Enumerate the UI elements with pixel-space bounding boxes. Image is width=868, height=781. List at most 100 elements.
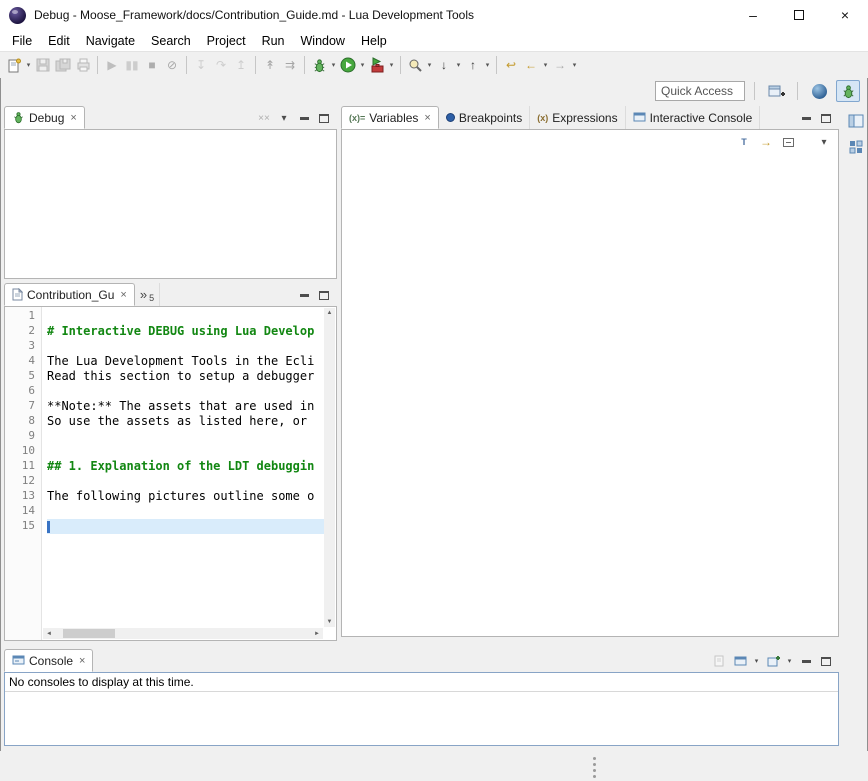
search-button[interactable] [405,54,425,76]
editor-content[interactable]: 1 2 3 4 5 6 7 8 9 10 11 12 13 14 15 # In… [4,306,337,641]
minimize-window-button[interactable]: – [730,0,776,30]
close-console-tab-icon[interactable]: × [79,655,85,667]
debug-perspective-button[interactable] [836,80,860,102]
back-button[interactable]: ← [521,54,541,76]
code-line[interactable]: ## 1. Explanation of the LDT debuggin [47,459,324,474]
menu-window[interactable]: Window [293,32,353,50]
restore-minimized-view-button[interactable] [846,112,866,130]
external-tools-dropdown[interactable]: ▾ [387,54,396,76]
editor-horizontal-scrollbar[interactable]: ◄ ► [43,628,323,639]
code-line[interactable] [47,474,324,489]
debug-launch-dropdown[interactable]: ▾ [329,54,338,76]
tab-variables[interactable]: (x)= Variables × [341,106,439,129]
scroll-left-icon[interactable]: ◄ [43,631,55,637]
show-type-names-button[interactable]: T [736,134,752,150]
menu-file[interactable]: File [4,32,40,50]
minimize-editor-button[interactable] [296,287,312,303]
previous-annotation-button[interactable]: ↑ [463,54,483,76]
open-perspective-button[interactable] [764,80,788,102]
line-number[interactable]: 15 [5,519,41,534]
step-return-button[interactable]: ↥ [231,54,251,76]
code-line[interactable] [47,339,324,354]
previous-annotation-dropdown[interactable]: ▾ [483,54,492,76]
drop-to-frame-button[interactable]: ↟ [260,54,280,76]
display-selected-console-dropdown[interactable]: ▾ [752,653,761,669]
editor-tab-overflow-button[interactable]: » 5 [135,283,160,306]
minimized-outline-view-button[interactable] [846,138,866,156]
line-number[interactable]: 10 [5,444,41,459]
disconnect-button[interactable]: ⊘ [162,54,182,76]
step-into-button[interactable]: ↧ [191,54,211,76]
minimize-variables-button[interactable] [798,110,814,126]
line-number[interactable]: 3 [5,339,41,354]
code-line[interactable] [47,429,324,444]
back-dropdown[interactable]: ▾ [541,54,550,76]
line-number[interactable]: 7 [5,399,41,414]
line-number[interactable]: 12 [5,474,41,489]
resume-button[interactable]: ▶ [102,54,122,76]
open-console-button[interactable] [765,653,781,669]
trim-drag-handle[interactable] [593,757,596,778]
menu-run[interactable]: Run [254,32,293,50]
code-line[interactable]: The Lua Development Tools in the Ecli [47,354,324,369]
code-line[interactable] [47,384,324,399]
run-launch-dropdown[interactable]: ▾ [358,54,367,76]
open-console-dropdown[interactable]: ▾ [785,653,794,669]
editor-vertical-scrollbar[interactable]: ▲ ▼ [324,308,335,627]
minimize-debug-view-button[interactable] [296,110,312,126]
code-line[interactable] [47,504,324,519]
line-number[interactable]: 5 [5,369,41,384]
code-line[interactable]: Read this section to setup a debugger [47,369,324,384]
line-number[interactable]: 9 [5,429,41,444]
code-line-current[interactable] [47,519,330,534]
collapse-all-button[interactable] [780,134,796,150]
close-variables-tab-icon[interactable]: × [424,112,430,124]
menu-help[interactable]: Help [353,32,395,50]
tab-debug[interactable]: Debug × [4,106,85,129]
code-line[interactable]: So use the assets as listed here, or [47,414,324,429]
save-button[interactable] [33,54,53,76]
debug-view-menu-button[interactable]: ▾ [276,110,292,126]
run-launch-button[interactable] [338,54,358,76]
new-wizard-button[interactable] [4,54,24,76]
menu-navigate[interactable]: Navigate [78,32,143,50]
menu-project[interactable]: Project [199,32,254,50]
terminate-button[interactable]: ■ [142,54,162,76]
code-line[interactable]: **Note:** The assets that are used in [47,399,324,414]
forward-dropdown[interactable]: ▾ [570,54,579,76]
line-number[interactable]: 2 [5,324,41,339]
maximize-window-button[interactable] [776,0,822,30]
show-logical-structures-button[interactable]: → [758,134,774,150]
display-selected-console-button[interactable] [732,653,748,669]
remove-all-terminated-button[interactable]: ×× [256,110,272,126]
menu-search[interactable]: Search [143,32,199,50]
next-annotation-button[interactable]: ↓ [434,54,454,76]
quick-access-input[interactable]: Quick Access [655,81,745,101]
line-number[interactable]: 6 [5,384,41,399]
scroll-right-icon[interactable]: ► [311,631,323,637]
scrollbar-thumb[interactable] [63,629,115,638]
maximize-console-button[interactable] [818,653,834,669]
next-annotation-dropdown[interactable]: ▾ [454,54,463,76]
line-number[interactable]: 4 [5,354,41,369]
forward-button[interactable]: → [550,54,570,76]
print-button[interactable] [73,54,93,76]
scroll-up-icon[interactable]: ▲ [327,310,333,316]
line-number[interactable]: 1 [5,309,41,324]
code-line[interactable]: # Interactive DEBUG using Lua Develop [47,324,324,339]
tab-breakpoints[interactable]: Breakpoints [439,106,530,129]
code-line[interactable] [47,444,324,459]
line-number[interactable]: 11 [5,459,41,474]
variables-view-menu-button[interactable]: ▾ [816,134,832,150]
maximize-variables-button[interactable] [818,110,834,126]
clear-console-button[interactable] [712,653,728,669]
use-step-filters-button[interactable]: ⇉ [280,54,300,76]
line-number[interactable]: 13 [5,489,41,504]
close-debug-tab-icon[interactable]: × [70,112,76,124]
suspend-button[interactable]: ▮▮ [122,54,142,76]
external-tools-button[interactable] [367,54,387,76]
tab-expressions[interactable]: (x) Expressions [530,106,625,129]
line-number[interactable]: 8 [5,414,41,429]
maximize-editor-button[interactable] [316,287,332,303]
menu-edit[interactable]: Edit [40,32,78,50]
